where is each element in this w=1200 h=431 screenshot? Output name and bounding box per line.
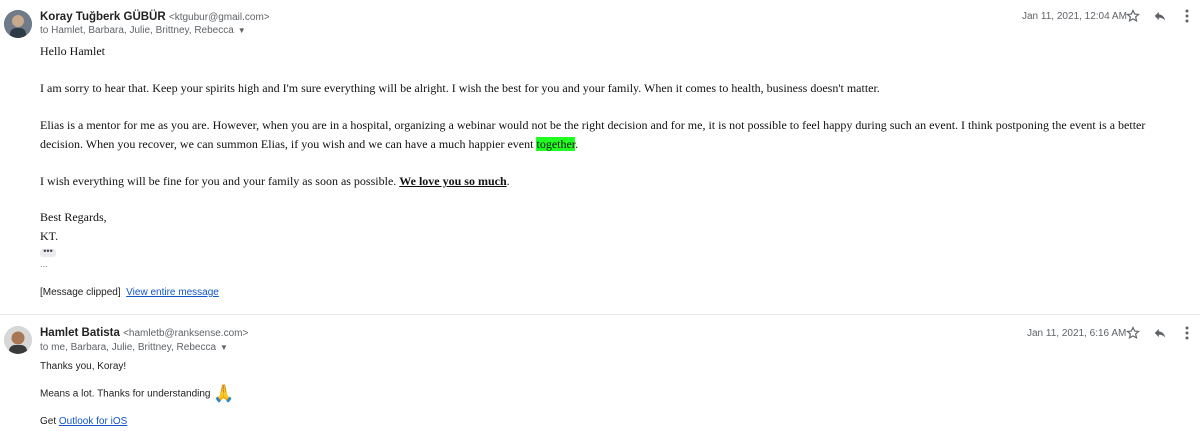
greeting: Hello Hamlet (40, 44, 105, 58)
body-line-3: Get Outlook for iOS (40, 416, 127, 427)
chevron-down-icon[interactable]: ▼ (220, 343, 228, 352)
sender-name[interactable]: Hamlet Batista (40, 327, 120, 339)
more-vert-icon[interactable] (1178, 7, 1196, 25)
avatar[interactable] (4, 10, 32, 38)
outlook-for-ios-link[interactable]: Outlook for iOS (59, 416, 127, 427)
date: Jan 11, 2021, 6:16 AM (1027, 328, 1127, 339)
body-line-1: Thanks you, Koray! (40, 361, 127, 372)
body-line-3-text: Get (40, 416, 59, 427)
sender-name[interactable]: Koray Tuğberk GÜBÜR (40, 11, 166, 23)
more-vert-icon[interactable] (1178, 324, 1196, 342)
show-trimmed-content-button[interactable]: ••• (40, 247, 56, 257)
email-message-koray: Koray Tuğberk GÜBÜR <ktgubur@gmail.com> … (0, 0, 1200, 312)
email-message-hamlet: Hamlet Batista <hamletb@ranksense.com> t… (0, 318, 1200, 431)
recipients[interactable]: to me, Barbara, Julie, Brittney, Rebecca… (40, 342, 228, 353)
body-paragraph-2-line1: Elias is a mentor for me as you are. How… (40, 118, 1146, 132)
body-paragraph-1: I am sorry to hear that. Keep your spiri… (40, 81, 880, 95)
body-paragraph-2-end: . (575, 137, 579, 151)
clipped-label: [Message clipped] (40, 287, 121, 298)
folded-hands-icon: 🙏 (213, 384, 235, 403)
emphasis-text: We love you so much (399, 174, 507, 188)
sender: Hamlet Batista <hamletb@ranksense.com> (40, 327, 248, 339)
signature: KT. (40, 229, 59, 243)
divider (0, 314, 1200, 315)
body-paragraph-2-line2: decision. When you recover, we can summo… (40, 135, 1190, 154)
star-icon[interactable] (1124, 324, 1142, 342)
reply-icon[interactable] (1151, 324, 1169, 342)
recipients-label: to me, Barbara, Julie, Brittney, Rebecca (40, 342, 217, 353)
highlighted-word: together (536, 137, 576, 151)
chevron-down-icon[interactable]: ▼ (238, 26, 246, 35)
trailing-ellipsis: ... (40, 259, 48, 269)
body-paragraph-3-text: I wish everything will be fine for you a… (40, 174, 400, 188)
sender: Koray Tuğberk GÜBÜR <ktgubur@gmail.com> (40, 11, 270, 23)
clipped-notice: [Message clipped] View entire message (40, 287, 219, 298)
body-paragraph-3: I wish everything will be fine for you a… (40, 172, 510, 191)
body-paragraph-2: Elias is a mentor for me as you are. How… (40, 116, 1190, 154)
date: Jan 11, 2021, 12:04 AM (1022, 11, 1127, 22)
avatar[interactable] (4, 326, 32, 354)
sender-email: <hamletb@ranksense.com> (123, 328, 249, 339)
reply-icon[interactable] (1151, 7, 1169, 25)
sender-email: <ktgubur@gmail.com> (168, 12, 270, 23)
body-paragraph-3-end: . (506, 174, 510, 188)
view-entire-message-link[interactable]: View entire message (126, 287, 219, 298)
star-icon[interactable] (1124, 7, 1142, 25)
body-paragraph-2-text: decision. When you recover, we can summo… (40, 137, 537, 151)
body-line-2: Means a lot. Thanks for understanding 🙏 (40, 384, 234, 404)
body-line-2-text: Means a lot. Thanks for understanding (40, 388, 211, 400)
recipients-label: to Hamlet, Barbara, Julie, Brittney, Reb… (40, 25, 234, 36)
recipients[interactable]: to Hamlet, Barbara, Julie, Brittney, Reb… (40, 25, 246, 36)
signoff: Best Regards, (40, 210, 107, 224)
